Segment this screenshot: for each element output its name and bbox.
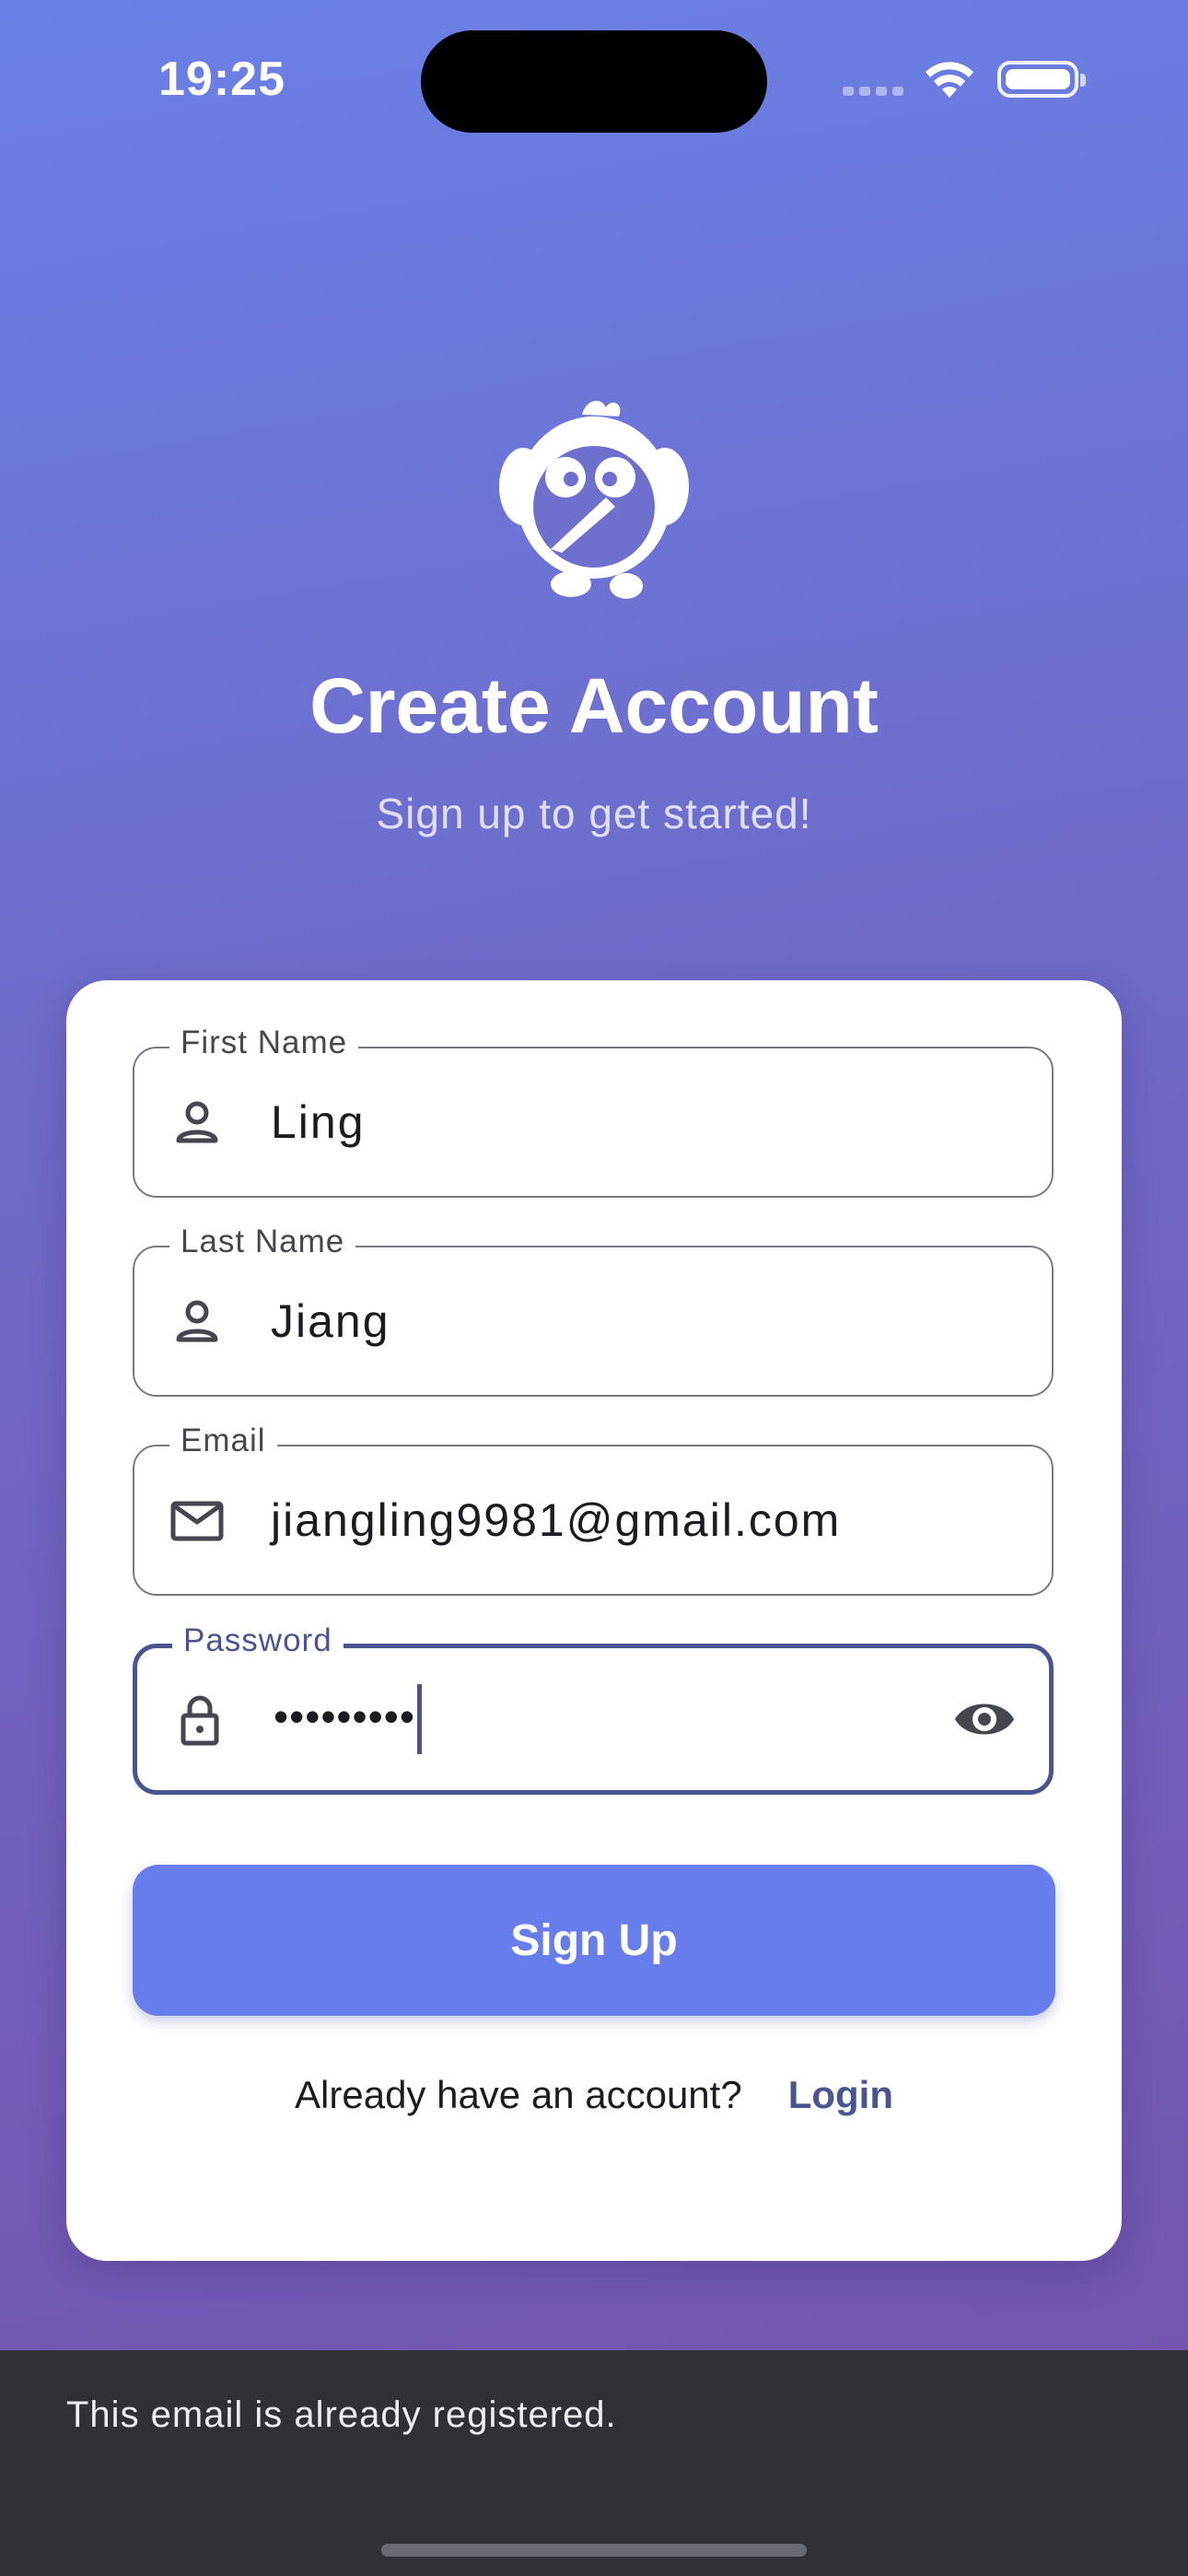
mail-icon <box>170 1501 224 1541</box>
first-name-value: Ling <box>271 1096 366 1148</box>
sign-up-button[interactable]: Sign Up <box>133 1865 1055 2016</box>
last-name-label: Last Name <box>169 1224 356 1260</box>
dynamic-island <box>421 30 767 133</box>
wifi-icon <box>926 62 973 98</box>
page-title: Create Account <box>309 662 879 749</box>
snackbar-message: This email is already registered. <box>66 2395 617 2435</box>
first-name-field[interactable]: First Name Ling <box>133 1025 1054 1198</box>
email-label: Email <box>169 1423 277 1459</box>
last-name-value: Jiang <box>271 1295 390 1347</box>
login-prompt-text: Already have an account? <box>295 2073 742 2116</box>
page-subtitle: Sign up to get started! <box>376 790 812 837</box>
eye-icon[interactable] <box>951 1686 1018 1752</box>
last-name-field[interactable]: Last Name Jiang <box>133 1224 1054 1397</box>
text-caret <box>416 1684 422 1754</box>
signup-screen: 19:25 Create Account Sign up to get star… <box>0 0 1188 2576</box>
login-prompt-row: Already have an account? Login <box>66 2073 1122 2117</box>
email-field[interactable]: Email jiangling9981@gmail.com <box>133 1423 1054 1596</box>
lock-icon <box>181 1695 219 1746</box>
login-link[interactable]: Login <box>788 2073 893 2116</box>
error-snackbar: This email is already registered. <box>0 2350 1188 2576</box>
cellular-signal-icon <box>843 87 905 98</box>
signup-card: First Name Ling Last Name Jiang Email ji… <box>66 980 1122 2261</box>
email-value: jiangling9981@gmail.com <box>271 1494 842 1546</box>
password-field[interactable]: Password ••••••••• <box>133 1622 1054 1795</box>
person-icon <box>176 1101 218 1143</box>
bird-mascot-icon <box>499 401 689 599</box>
first-name-label: First Name <box>169 1025 359 1061</box>
password-dots: ••••••••• <box>274 1692 415 1741</box>
password-value: ••••••••• <box>274 1684 422 1754</box>
status-time: 19:25 <box>158 53 285 106</box>
battery-icon <box>997 61 1086 98</box>
home-indicator[interactable] <box>381 2544 807 2557</box>
person-icon <box>176 1300 218 1342</box>
password-label: Password <box>172 1622 344 1659</box>
